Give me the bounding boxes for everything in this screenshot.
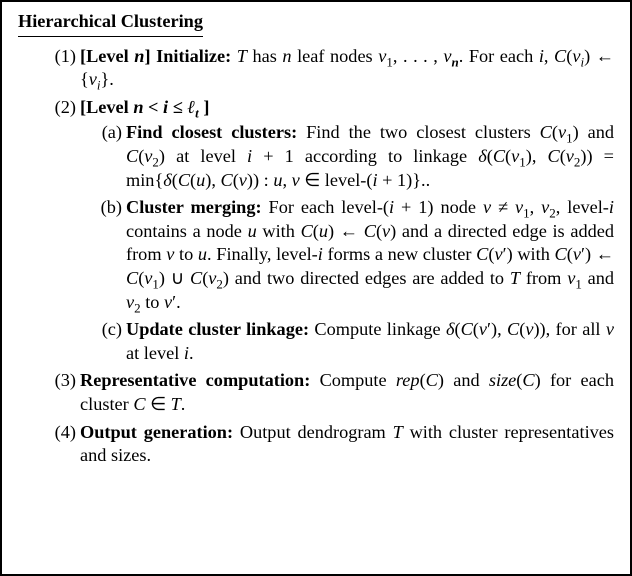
algorithm-title: Hierarchical Clustering — [18, 10, 203, 37]
step-label: Output generation: — [80, 422, 240, 442]
substep-b: (b) Cluster merging: For each level-(i +… — [96, 196, 614, 314]
substep-a: (a) Find closest clusters: Find the two … — [96, 121, 614, 192]
step-number: (4) — [46, 421, 76, 445]
step-number: (3) — [46, 369, 76, 393]
algorithm-box: Hierarchical Clustering (1) [Level n] In… — [0, 0, 632, 576]
step-4: (4) Output generation: Output dendrogram… — [46, 421, 614, 468]
substep-label: Update cluster linkage: — [126, 319, 314, 339]
step-3: (3) Representative computation: Compute … — [46, 369, 614, 416]
step-label: [Level n < i ≤ ℓt ] — [80, 97, 209, 117]
step-number: (1) — [46, 45, 76, 69]
step-2: (2) [Level n < i ≤ ℓt ] (a) Find closest… — [46, 96, 614, 366]
substep-label: Find closest clusters: — [126, 122, 306, 142]
step-label: [Level n] Initialize: — [80, 46, 237, 66]
step-1: (1) [Level n] Initialize: T has n leaf n… — [46, 45, 614, 92]
step-list: (1) [Level n] Initialize: T has n leaf n… — [18, 45, 614, 468]
step-label: Representative computation: — [80, 370, 320, 390]
step-number: (2) — [46, 96, 76, 120]
substep-number: (a) — [96, 121, 122, 145]
substep-number: (b) — [96, 196, 122, 220]
substep-c: (c) Update cluster linkage: Compute link… — [96, 318, 614, 365]
substep-list: (a) Find closest clusters: Find the two … — [80, 121, 614, 365]
substep-number: (c) — [96, 318, 122, 342]
substep-label: Cluster merging: — [126, 197, 269, 217]
